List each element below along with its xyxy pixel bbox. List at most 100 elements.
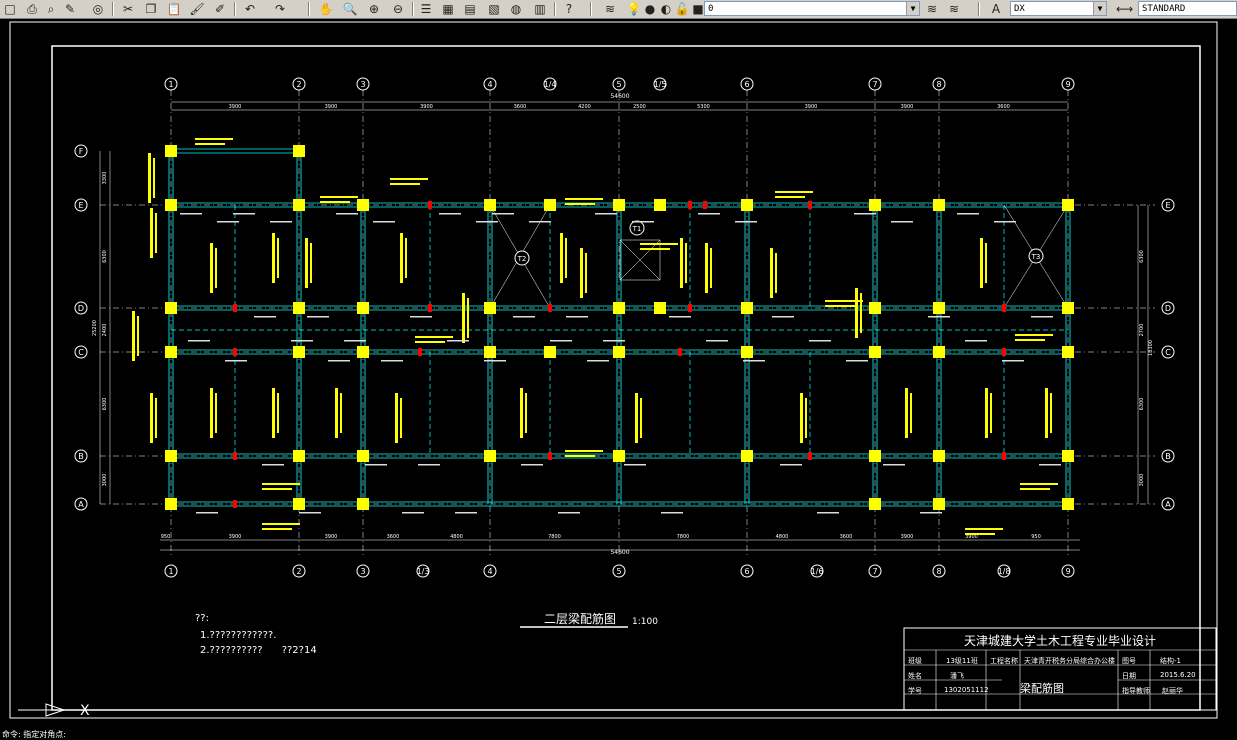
layer-thaw-icon[interactable]: ● bbox=[642, 1, 658, 17]
dim-span-bottom: 7800 bbox=[548, 534, 561, 540]
layer-dropdown[interactable]: 0 ▼ bbox=[704, 1, 920, 16]
rebar-annotation bbox=[520, 388, 523, 438]
rebar-annotation bbox=[775, 253, 777, 293]
section-mark bbox=[233, 304, 237, 312]
axis-label-bottom: 8 bbox=[936, 567, 941, 576]
dim-span-left: 2400 bbox=[102, 324, 108, 337]
rebar-annotation bbox=[565, 450, 603, 452]
model-space-canvas[interactable]: 1 2 3 4 1/4 5 1/5 6 7 8 9 1 2 3 1/3 4 5 6 1/6 7 8 1/8 9 F E D C B A E… bbox=[0, 18, 1237, 740]
beam-label-mark bbox=[587, 360, 609, 362]
beam-label-mark bbox=[846, 360, 868, 362]
dim-span-top: 3600 bbox=[997, 104, 1010, 110]
text-style-icon[interactable]: A bbox=[988, 1, 1004, 17]
print-icon[interactable]: ⎙ bbox=[24, 1, 40, 17]
block-editor-icon[interactable]: ✐ bbox=[212, 1, 228, 17]
column bbox=[654, 199, 666, 211]
layer-previous-icon[interactable]: ≋ bbox=[946, 1, 962, 17]
rebar-annotation bbox=[525, 393, 527, 433]
sheet-set-icon[interactable]: ▧ bbox=[486, 1, 502, 17]
cut-icon[interactable]: ✂ bbox=[120, 1, 136, 17]
beam-label-mark bbox=[233, 213, 255, 215]
rebar-annotation bbox=[1020, 488, 1050, 490]
zoom-realtime-icon[interactable]: 🔍 bbox=[342, 1, 358, 17]
chevron-down-icon[interactable]: ▼ bbox=[906, 2, 919, 15]
rebar-annotation bbox=[1045, 388, 1048, 438]
beam-label-mark bbox=[603, 340, 625, 342]
column bbox=[484, 199, 496, 211]
redo-icon[interactable]: ↷ bbox=[272, 1, 288, 17]
rebar-annotation bbox=[262, 528, 292, 530]
design-center-palette-icon[interactable]: ▦ bbox=[440, 1, 456, 17]
rebar-annotation bbox=[800, 393, 803, 443]
plot-preview-icon[interactable]: ⌕ bbox=[43, 1, 59, 17]
make-layer-current-icon[interactable]: ≋ bbox=[924, 1, 940, 17]
layer-lock-icon[interactable]: ◐ bbox=[658, 1, 674, 17]
rebar-annotation bbox=[1015, 339, 1045, 341]
rebar-annotation bbox=[565, 455, 595, 457]
layer-on-icon[interactable]: 💡 bbox=[626, 1, 642, 17]
layer-unlock-icon[interactable]: 🔓 bbox=[674, 1, 690, 17]
command-line-text[interactable]: 命令: 指定对角点: bbox=[2, 729, 66, 740]
zoom-window-icon[interactable]: ⊕ bbox=[366, 1, 382, 17]
rebar-annotation bbox=[640, 248, 670, 250]
beam-label-mark bbox=[217, 221, 239, 223]
rebar-annotation bbox=[195, 143, 225, 145]
rebar-annotation bbox=[705, 243, 708, 293]
calculator-icon[interactable]: ▥ bbox=[532, 1, 548, 17]
column bbox=[869, 302, 881, 314]
dimension-style-value: STANDARD bbox=[1142, 4, 1186, 14]
rebar-annotation bbox=[965, 533, 995, 535]
publish-icon[interactable]: ✎ bbox=[62, 1, 78, 17]
match-properties-icon[interactable]: 🖌 bbox=[189, 1, 205, 17]
dim-span-bottom: 3900 bbox=[901, 534, 914, 540]
dim-span-top: 3900 bbox=[805, 104, 818, 110]
pan-icon[interactable]: ✋ bbox=[318, 1, 334, 17]
tb-advisor-label: 指导教师 bbox=[1122, 687, 1150, 695]
column bbox=[933, 498, 945, 510]
beam-label-mark bbox=[291, 340, 313, 342]
beam-label-mark bbox=[513, 316, 535, 318]
dim-span-bottom: 4800 bbox=[450, 534, 463, 540]
undo-icon[interactable]: ↶ bbox=[242, 1, 258, 17]
axis-label-top: 2 bbox=[296, 80, 301, 89]
paste-icon[interactable]: 📋 bbox=[166, 1, 182, 17]
properties-icon[interactable]: ☰ bbox=[418, 1, 434, 17]
rebar-annotation bbox=[155, 213, 157, 253]
dimension-style-dropdown[interactable]: STANDARD bbox=[1138, 1, 1237, 16]
beam-label-mark bbox=[965, 340, 987, 342]
column bbox=[165, 302, 177, 314]
tb-class-value: 13级11班 bbox=[946, 657, 978, 665]
markup-icon[interactable]: ◍ bbox=[508, 1, 524, 17]
beam-label-mark bbox=[817, 512, 839, 514]
beam-label-mark bbox=[883, 464, 905, 466]
dim-span-bottom: 3900 bbox=[325, 534, 338, 540]
rebar-annotation bbox=[990, 393, 992, 433]
axis-label-top: 8 bbox=[936, 80, 941, 89]
column bbox=[741, 199, 753, 211]
dim-span-top: 3900 bbox=[420, 104, 433, 110]
chevron-down-icon[interactable]: ▼ bbox=[1093, 2, 1106, 15]
rebar-annotation bbox=[580, 248, 583, 298]
beam-label-mark bbox=[566, 316, 588, 318]
layer-manager-icon[interactable]: ≋ bbox=[602, 1, 618, 17]
rebar-annotation bbox=[277, 238, 279, 278]
beam-label-mark bbox=[706, 340, 728, 342]
section-mark bbox=[428, 304, 432, 312]
section-mark bbox=[233, 452, 237, 460]
help-icon[interactable]: ? bbox=[561, 1, 577, 17]
text-style-dropdown[interactable]: DX ▼ bbox=[1010, 1, 1107, 16]
copy-icon[interactable]: ❐ bbox=[143, 1, 159, 17]
dimension-style-icon[interactable]: ⟷ bbox=[1116, 1, 1133, 17]
column bbox=[165, 498, 177, 510]
rebar-annotation bbox=[340, 393, 342, 433]
column bbox=[933, 450, 945, 462]
tb-student-id-label: 学号 bbox=[908, 687, 922, 695]
rebar-annotation bbox=[335, 388, 338, 438]
beam-label-mark bbox=[595, 213, 617, 215]
dim-span-top: 3900 bbox=[325, 104, 338, 110]
column bbox=[1062, 199, 1074, 211]
zoom-previous-icon[interactable]: ⊖ bbox=[390, 1, 406, 17]
design-center-icon[interactable]: ◎ bbox=[90, 1, 106, 17]
new-file-icon[interactable]: □ bbox=[2, 1, 18, 17]
tool-palettes-icon[interactable]: ▤ bbox=[462, 1, 478, 17]
